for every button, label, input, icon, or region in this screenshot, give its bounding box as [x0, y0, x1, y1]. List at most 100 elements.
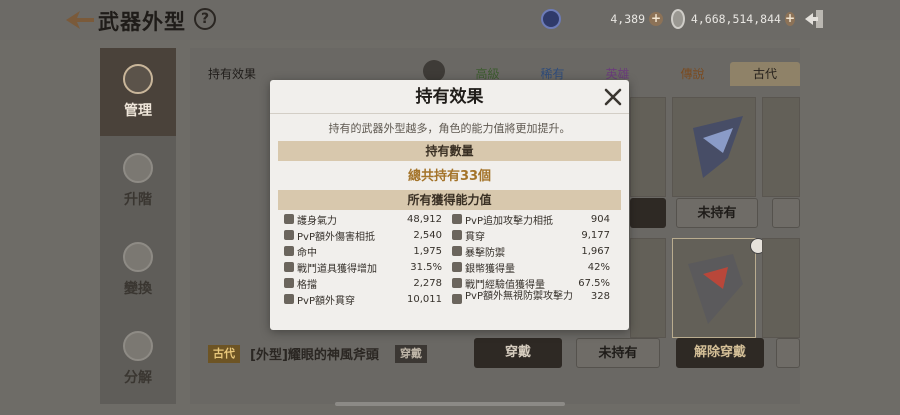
stat-label: 貫穿 — [465, 231, 485, 243]
weapon-card[interactable] — [762, 238, 800, 338]
refresh-icon[interactable] — [423, 60, 445, 82]
stat-value: 42% — [587, 261, 610, 273]
stat-label: PvP額外貫穿 — [297, 295, 355, 307]
sidebar-item-upgrade[interactable]: 升階 — [100, 137, 176, 225]
weapon-skin-icon — [693, 116, 743, 178]
total-count: 總共持有33個 — [407, 169, 492, 184]
stat-label: 戰鬥經驗值獲得量 — [465, 279, 545, 291]
stat-label: PvP額外傷害相抵 — [297, 231, 375, 243]
equip-button[interactable]: 穿戴 — [474, 338, 562, 368]
manage-icon — [123, 64, 153, 94]
stats-left-column: 護身氣力 48,912 PvP額外傷害相抵 2,540 命中 1,975 戰鬥道具獲得… — [284, 211, 442, 307]
not-owned-button[interactable]: 未持有 — [676, 198, 758, 228]
weapon-card[interactable] — [630, 97, 666, 197]
coin-currency-icon — [671, 9, 685, 29]
stat-row: PvP額外傷害相抵 2,540 — [284, 227, 442, 243]
stat-value: 67.5% — [578, 277, 610, 289]
tab-legend[interactable]: 傳說 — [660, 62, 725, 86]
stat-icon — [452, 214, 462, 224]
coin-currency: 4,668,514,844 + — [671, 8, 795, 30]
sidebar-item-label: 管理 — [124, 103, 152, 119]
tab-ancient[interactable]: 古代 — [730, 62, 800, 86]
back-arrow-icon[interactable] — [66, 9, 94, 31]
diamond-amount: 4,389 — [610, 12, 645, 26]
count-header: 持有數量 — [278, 141, 621, 161]
weapon-card[interactable] — [762, 97, 800, 197]
weapon-card-equipped[interactable] — [672, 238, 756, 338]
stat-icon — [452, 262, 462, 272]
weapon-card[interactable] — [672, 97, 756, 197]
stat-row: 暴擊防禦 1,967 — [452, 243, 610, 259]
stat-value: 9,177 — [581, 229, 610, 241]
close-icon[interactable] — [602, 86, 624, 108]
stat-icon — [284, 278, 294, 288]
stat-label: PvP額外無視防禦攻擊力 — [465, 291, 573, 302]
page-title: 武器外型 — [98, 10, 186, 34]
stat-value: 1,975 — [413, 245, 442, 257]
modal-title: 持有效果 — [270, 80, 629, 114]
sidebar-item-label: 變換 — [124, 281, 152, 297]
stat-label: PvP追加攻擊力相抵 — [465, 215, 553, 227]
stat-icon — [284, 214, 294, 224]
stat-icon — [452, 278, 462, 288]
hold-effect-label[interactable]: 持有效果 — [208, 65, 256, 82]
stat-row: 護身氣力 48,912 — [284, 211, 442, 227]
stat-label: 命中 — [297, 247, 317, 259]
stat-icon — [284, 246, 294, 256]
stat-row: 格擋 2,278 — [284, 275, 442, 291]
stat-row: 命中 1,975 — [284, 243, 442, 259]
sidebar-item-disassemble[interactable]: 分解 — [100, 315, 176, 403]
stat-icon — [284, 262, 294, 272]
unequip-button[interactable]: 解除穿戴 — [676, 338, 764, 368]
stat-value: 10,011 — [407, 293, 442, 305]
card-button[interactable] — [630, 198, 666, 228]
sidebar-item-manage[interactable]: 管理 — [100, 48, 176, 136]
exit-icon[interactable] — [805, 8, 825, 30]
stat-row: 戰鬥道具獲得增加 31.5% — [284, 259, 442, 275]
stat-value: 904 — [590, 213, 610, 225]
stat-icon — [284, 294, 294, 304]
stat-value: 328 — [590, 291, 610, 302]
sidebar-item-label: 分解 — [124, 370, 152, 386]
weapon-skin-icon — [688, 254, 743, 324]
add-diamond-button[interactable]: + — [649, 12, 663, 26]
stat-value: 1,967 — [581, 245, 610, 257]
modal-description: 持有的武器外型越多，角色的能力值將更加提升。 — [328, 122, 571, 135]
card-button[interactable] — [776, 338, 800, 368]
grade-badge: 古代 — [208, 345, 240, 363]
card-button[interactable] — [772, 198, 800, 228]
not-owned-button[interactable]: 未持有 — [576, 338, 660, 368]
diamond-currency-icon — [541, 9, 561, 29]
stat-label: 暴擊防禦 — [465, 247, 505, 259]
selected-item-name: [外型]耀眼的神風斧頭 — [250, 348, 379, 363]
stat-row: PvP額外無視防禦攻擊力 328 — [452, 291, 610, 317]
stat-label: 護身氣力 — [297, 215, 337, 227]
stats-right-column: PvP追加攻擊力相抵 904 貫穿 9,177 暴擊防禦 1,967 銀幣獲得量 42%… — [452, 211, 610, 317]
stat-value: 2,278 — [413, 277, 442, 289]
stat-label: 戰鬥道具獲得增加 — [297, 263, 377, 275]
stats-header: 所有獲得能力值 — [278, 190, 621, 210]
transform-icon — [123, 242, 153, 272]
equipped-badge: 穿戴 — [395, 345, 427, 363]
stat-value: 48,912 — [407, 213, 442, 225]
coin-amount: 4,668,514,844 — [690, 12, 781, 26]
disassemble-icon — [123, 331, 153, 361]
stat-icon — [452, 246, 462, 256]
help-icon[interactable]: ? — [194, 8, 216, 30]
sidebar-item-transform[interactable]: 變換 — [100, 226, 176, 314]
add-coin-button[interactable]: + — [784, 12, 795, 26]
hold-effect-modal: 持有效果 持有的武器外型越多，角色的能力值將更加提升。 持有數量 總共持有33個… — [270, 80, 629, 330]
stat-row: 銀幣獲得量 42% — [452, 259, 610, 275]
stat-row: 貫穿 9,177 — [452, 227, 610, 243]
weapon-card[interactable] — [630, 238, 666, 338]
stat-label: 銀幣獲得量 — [465, 263, 515, 275]
horizontal-scrollbar[interactable] — [335, 402, 565, 406]
stat-icon — [284, 230, 294, 240]
stat-icon — [452, 230, 462, 240]
diamond-currency: 4,389 + — [541, 8, 663, 30]
sidebar-item-label: 升階 — [124, 192, 152, 208]
stat-value: 31.5% — [410, 261, 442, 273]
stat-row: PvP追加攻擊力相抵 904 — [452, 211, 610, 227]
stat-row: 戰鬥經驗值獲得量 67.5% — [452, 275, 610, 291]
stat-icon — [452, 294, 462, 304]
